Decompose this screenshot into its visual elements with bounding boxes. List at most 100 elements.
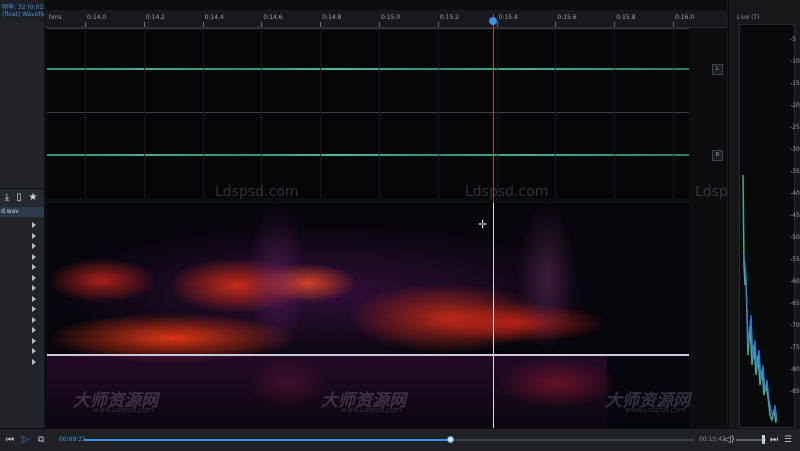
meter-scale-label: -60 [790, 278, 800, 285]
grid-line [320, 28, 322, 198]
volume-icon[interactable]: ◁) [724, 435, 734, 445]
timeline-ruler[interactable]: hms 0:14.0 0:14.2 0:14.4 0:14.6 0:14.8 0:15.0… [45, 10, 727, 28]
files-panel: 频率: 32 (0:01:1596) (float) Wavefe ⤓ ▯ ★ … [0, 0, 63, 428]
grid-line [614, 28, 616, 198]
ruler-tick-label: 0:15.8 [616, 14, 636, 21]
watermark-cn-sub: www.Ldspsd.com [341, 406, 402, 414]
ruler-tick-label: 0:14.4 [204, 14, 224, 21]
seek-handle[interactable] [447, 436, 454, 443]
ruler-tick [143, 22, 145, 27]
grid-line [143, 28, 145, 198]
seek-bar[interactable] [84, 436, 694, 443]
ruler-tick [673, 22, 674, 27]
skip-end-icon[interactable]: ⏭ [770, 435, 778, 445]
document-icon[interactable]: ▯ [14, 192, 24, 203]
watermark: Ldspsd.com [465, 184, 549, 200]
go-to-start-icon[interactable]: ⏮ [6, 435, 14, 445]
meter-scale-label: -65 [790, 300, 800, 307]
meter-scale-label: -35 [790, 168, 800, 175]
loop-icon[interactable]: ⧉ [38, 435, 44, 445]
ruler-unit-label: hms [49, 14, 62, 21]
channel-l-toggle[interactable]: L [712, 64, 723, 75]
meter-scale-label: -40 [790, 190, 800, 197]
star-icon[interactable]: ★ [28, 192, 38, 203]
grid-line [496, 28, 498, 198]
ruler-tick [85, 22, 86, 27]
ruler-tick [555, 22, 557, 27]
meter-scale-label: -75 [790, 344, 800, 351]
crosshair-cursor-icon: ✛ [478, 218, 488, 231]
expand-arrow-icon[interactable] [32, 327, 36, 333]
settings-icon[interactable]: ☰ [784, 435, 792, 445]
play-icon[interactable]: ▷ [22, 435, 29, 445]
meter-scale-label: -15 [790, 80, 800, 87]
grid-line [673, 28, 674, 198]
watermark-cn-sub: www.Ldspsd.com [625, 406, 686, 414]
total-time: 00:15:42 [699, 436, 726, 443]
volume-slider[interactable] [736, 435, 766, 444]
ruler-tick-label: 0:15.4 [498, 14, 518, 21]
files-toolbar: ⤓ ▯ ★ [0, 188, 44, 208]
expand-arrow-icon[interactable] [32, 285, 36, 291]
meter-scale-label: -85 [790, 388, 800, 395]
meter-scale-label: -30 [790, 146, 800, 153]
meter-title: Live (T) [737, 14, 760, 21]
meter-scale-label: -10 [790, 58, 800, 65]
waveform-view[interactable] [47, 28, 689, 198]
ruler-tick-label: 0:16.0 [675, 14, 695, 21]
ruler-tick-label: 0:14.8 [322, 14, 342, 21]
watermark: Ldspsd.com [215, 184, 299, 200]
ruler-tick [202, 22, 204, 27]
meter-scale-label: -45 [790, 212, 800, 219]
level-meter [739, 24, 795, 428]
meter-scale-label: -20 [790, 102, 800, 109]
meter-scale-label: -70 [790, 322, 800, 329]
format-text: (float) Wavefe [2, 11, 45, 18]
mouse-cursor-line [493, 203, 494, 428]
meter-scale-label: -55 [790, 256, 800, 263]
expand-arrow-icon[interactable] [32, 306, 36, 312]
watermark-cn-sub: www.Ldspsd.com [93, 406, 154, 414]
seek-progress [84, 439, 450, 441]
ruler-tick [614, 22, 616, 27]
ruler-tick-label: 0:15.2 [439, 14, 459, 21]
ruler-tick [320, 22, 322, 27]
meter-scale-label: -5 [790, 36, 796, 43]
grid-line [202, 28, 204, 198]
expand-arrow-icon[interactable] [32, 348, 36, 354]
expand-arrow-icon[interactable] [32, 358, 36, 365]
ruler-tick [496, 22, 498, 27]
ruler-tick [261, 22, 263, 27]
playhead-handle[interactable] [489, 17, 497, 25]
ruler-tick-label: 0:15.0 [381, 14, 401, 21]
expand-arrow-icon[interactable] [32, 295, 36, 302]
volume-handle[interactable] [762, 435, 765, 444]
expand-arrow-icon[interactable] [32, 264, 36, 270]
import-icon[interactable]: ⤓ [2, 192, 12, 203]
grid-line [437, 28, 439, 198]
grid-line [261, 28, 263, 198]
expand-arrow-icon[interactable] [32, 274, 36, 281]
grid-line [555, 28, 557, 198]
expand-arrow-icon[interactable] [32, 337, 36, 344]
ruler-tick-label: 0:14.6 [263, 14, 283, 21]
expand-arrow-icon[interactable] [32, 253, 36, 260]
current-time: 00:09:21 [59, 436, 86, 443]
transport-bar: ⏮ ▷ ⧉ 00:09:21 00:15:42 ◁) ⏭ ☰ [0, 428, 800, 451]
level-meter-panel: Live (T) -5 -10 -15 -20 -25 -30 -35 -40 -45 -50 -5… [728, 0, 800, 428]
meter-scale-label: -80 [790, 366, 800, 373]
channel-r-toggle[interactable]: R [712, 150, 723, 161]
expand-arrow-icon[interactable] [32, 232, 36, 239]
expand-arrow-icon[interactable] [32, 243, 36, 249]
grid-line [85, 28, 86, 198]
grid-line [379, 28, 380, 198]
expand-arrow-icon[interactable] [32, 316, 36, 323]
meter-trace [742, 174, 778, 424]
file-item[interactable]: d.wav [0, 207, 44, 217]
ruler-tick [379, 22, 380, 27]
meter-scale-label: -25 [790, 124, 800, 131]
waveform-editor[interactable]: hms 0:14.0 0:14.2 0:14.4 0:14.6 0:14.8 0:15.0… [45, 0, 778, 428]
ruler-tick [437, 22, 439, 27]
expand-arrow-icon[interactable] [32, 222, 36, 228]
meter-scale-label: -50 [790, 234, 800, 241]
